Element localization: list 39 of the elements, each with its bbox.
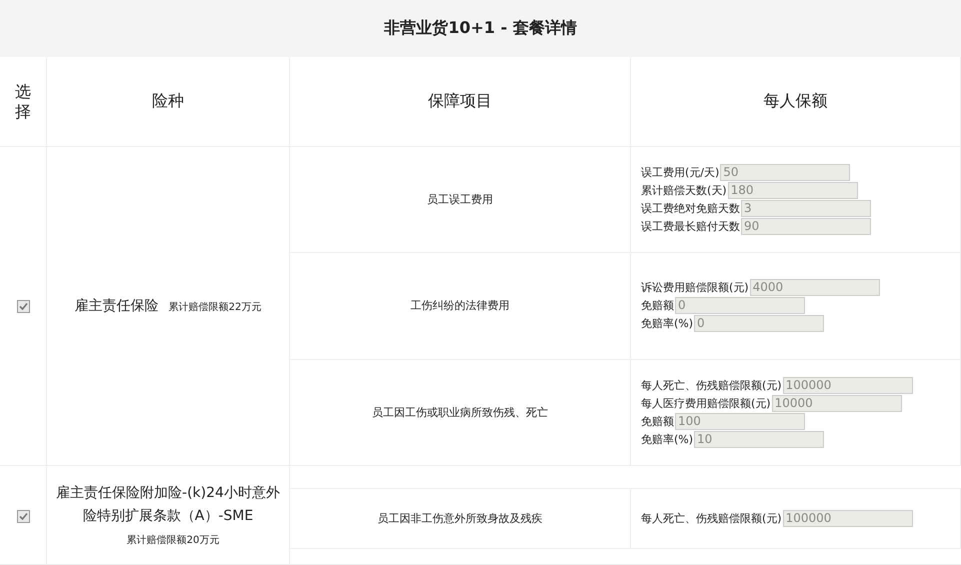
column-header: 险种 <box>152 91 184 112</box>
field-label: 累计赔偿天数(天) <box>641 183 727 198</box>
input-field[interactable]: 10 <box>694 430 824 448</box>
input-field[interactable]: 100000 <box>782 376 913 394</box>
column-header: 每人保额 <box>764 91 828 112</box>
checkbox[interactable] <box>16 510 30 522</box>
input-field[interactable]: 50 <box>720 164 850 182</box>
field-label: 免赔率(%) <box>641 316 694 332</box>
plan-name: 雇主责任保险附加险-(k)24小时意外险特别扩展条款（A）-SME <box>56 484 280 524</box>
input-field[interactable]: 0 <box>694 315 824 332</box>
input-field[interactable]: 180 <box>728 182 858 200</box>
field-label: 误工费绝对免赔天数 <box>641 201 740 216</box>
input-field[interactable]: 100 <box>675 412 805 430</box>
column-header: 保障项目 <box>428 91 492 112</box>
coverage-item: 员工因非工伤意外所致身故及残疾 <box>378 511 542 526</box>
field-label: 误工费用(元/天) <box>641 165 720 180</box>
input-field[interactable]: 90 <box>741 218 871 236</box>
plan-name: 雇主责任保险 <box>74 298 159 314</box>
field-label: 免赔额 <box>641 414 674 429</box>
field-label: 误工费最长赔付天数 <box>641 219 740 234</box>
page-title: 非营业货10+1 - 套餐详情 <box>384 18 577 39</box>
input-field[interactable]: 10000 <box>772 394 902 412</box>
input-field[interactable]: 4000 <box>750 279 880 296</box>
input-field[interactable]: 3 <box>741 200 871 218</box>
field-label: 每人死亡、伤残赔偿限额(元) <box>641 378 782 393</box>
limit-text: 累计赔偿限额22万元 <box>168 302 262 312</box>
checkbox[interactable] <box>16 300 30 312</box>
coverage-item: 员工误工费用 <box>427 192 493 208</box>
field-label: 每人医疗费用赔偿限额(元) <box>641 396 771 411</box>
limit-text: 累计赔偿限额20万元 <box>126 534 220 546</box>
input-field[interactable]: 100000 <box>782 510 913 527</box>
coverage-item: 工伤纠纷的法律费用 <box>410 298 510 314</box>
field-label: 每人死亡、伤残赔偿限额(元) <box>641 511 782 526</box>
column-header: 选择 <box>15 82 31 121</box>
field-label: 免赔率(%) <box>641 432 694 447</box>
field-label: 诉讼费用赔偿限额(元) <box>641 280 749 296</box>
coverage-item: 员工因工伤或职业病所致伤残、死亡 <box>372 404 548 420</box>
field-label: 免赔额 <box>641 298 674 314</box>
input-field[interactable]: 0 <box>675 297 805 314</box>
